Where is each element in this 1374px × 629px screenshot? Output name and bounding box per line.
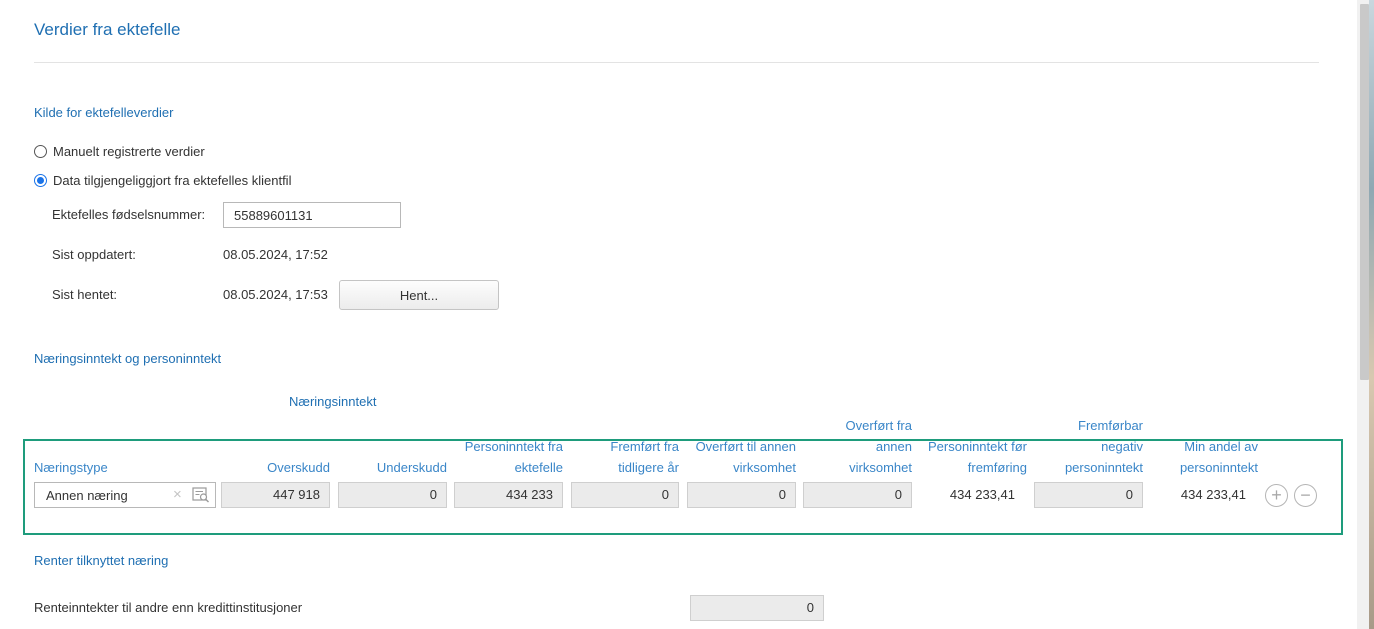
last-fetched-value: 08.05.2024, 17:53 xyxy=(223,287,328,302)
min-share-value: 434 233,41 xyxy=(1180,487,1246,502)
plus-icon: + xyxy=(1271,485,1282,505)
title-divider xyxy=(34,62,1319,63)
transferred-to-field: 0 xyxy=(687,482,796,508)
radio-manual-button[interactable] xyxy=(34,145,47,158)
birth-number-label: Ektefelles fødselsnummer: xyxy=(52,207,206,222)
clear-icon[interactable]: × xyxy=(173,486,182,503)
radio-manual[interactable]: Manuelt registrerte verdier xyxy=(34,144,205,159)
lookup-icon[interactable] xyxy=(192,487,210,506)
interest-row-label: Renteinntekter til andre enn kredittinst… xyxy=(34,600,303,615)
remove-row-button[interactable]: − xyxy=(1294,484,1317,507)
personal-income-from-spouse-field: 434 233 xyxy=(454,482,563,508)
business-type-select[interactable]: Annen næring × xyxy=(34,482,216,508)
deficit-field: 0 xyxy=(338,482,447,508)
transferred-from-field: 0 xyxy=(803,482,912,508)
radio-client-file[interactable]: Data tilgjengeliggjort fra ektefelles kl… xyxy=(34,173,291,188)
scrollbar-thumb[interactable] xyxy=(1360,4,1369,380)
fetch-button[interactable]: Hent... xyxy=(339,280,499,310)
minus-icon: − xyxy=(1300,485,1311,505)
surplus-field: 447 918 xyxy=(221,482,330,508)
birth-number-input[interactable] xyxy=(223,202,401,228)
radio-client-file-button[interactable] xyxy=(34,174,47,187)
page-title: Verdier fra ektefelle xyxy=(34,20,181,39)
negative-carry-field: 0 xyxy=(1034,482,1143,508)
personal-income-before-value: 434 233,41 xyxy=(949,487,1015,502)
interest-income-field: 0 xyxy=(690,595,824,621)
income-section-heading: Næringsinntekt og personinntekt xyxy=(34,351,222,366)
interest-section-heading: Renter tilknyttet næring xyxy=(34,553,169,568)
last-updated-label: Sist oppdatert: xyxy=(52,247,136,262)
last-fetched-label: Sist hentet: xyxy=(52,287,118,302)
business-type-value: Annen næring xyxy=(46,487,128,503)
income-group-header: Næringsinntekt xyxy=(289,394,377,409)
last-updated-value: 08.05.2024, 17:52 xyxy=(223,247,328,262)
radio-manual-label: Manuelt registrerte verdier xyxy=(53,144,205,159)
radio-client-file-label: Data tilgjengeliggjort fra ektefelles kl… xyxy=(53,173,292,188)
add-row-button[interactable]: + xyxy=(1265,484,1288,507)
carried-forward-field: 0 xyxy=(571,482,679,508)
background-edge xyxy=(1369,0,1374,629)
source-section-heading: Kilde for ektefelleverdier xyxy=(34,105,174,120)
